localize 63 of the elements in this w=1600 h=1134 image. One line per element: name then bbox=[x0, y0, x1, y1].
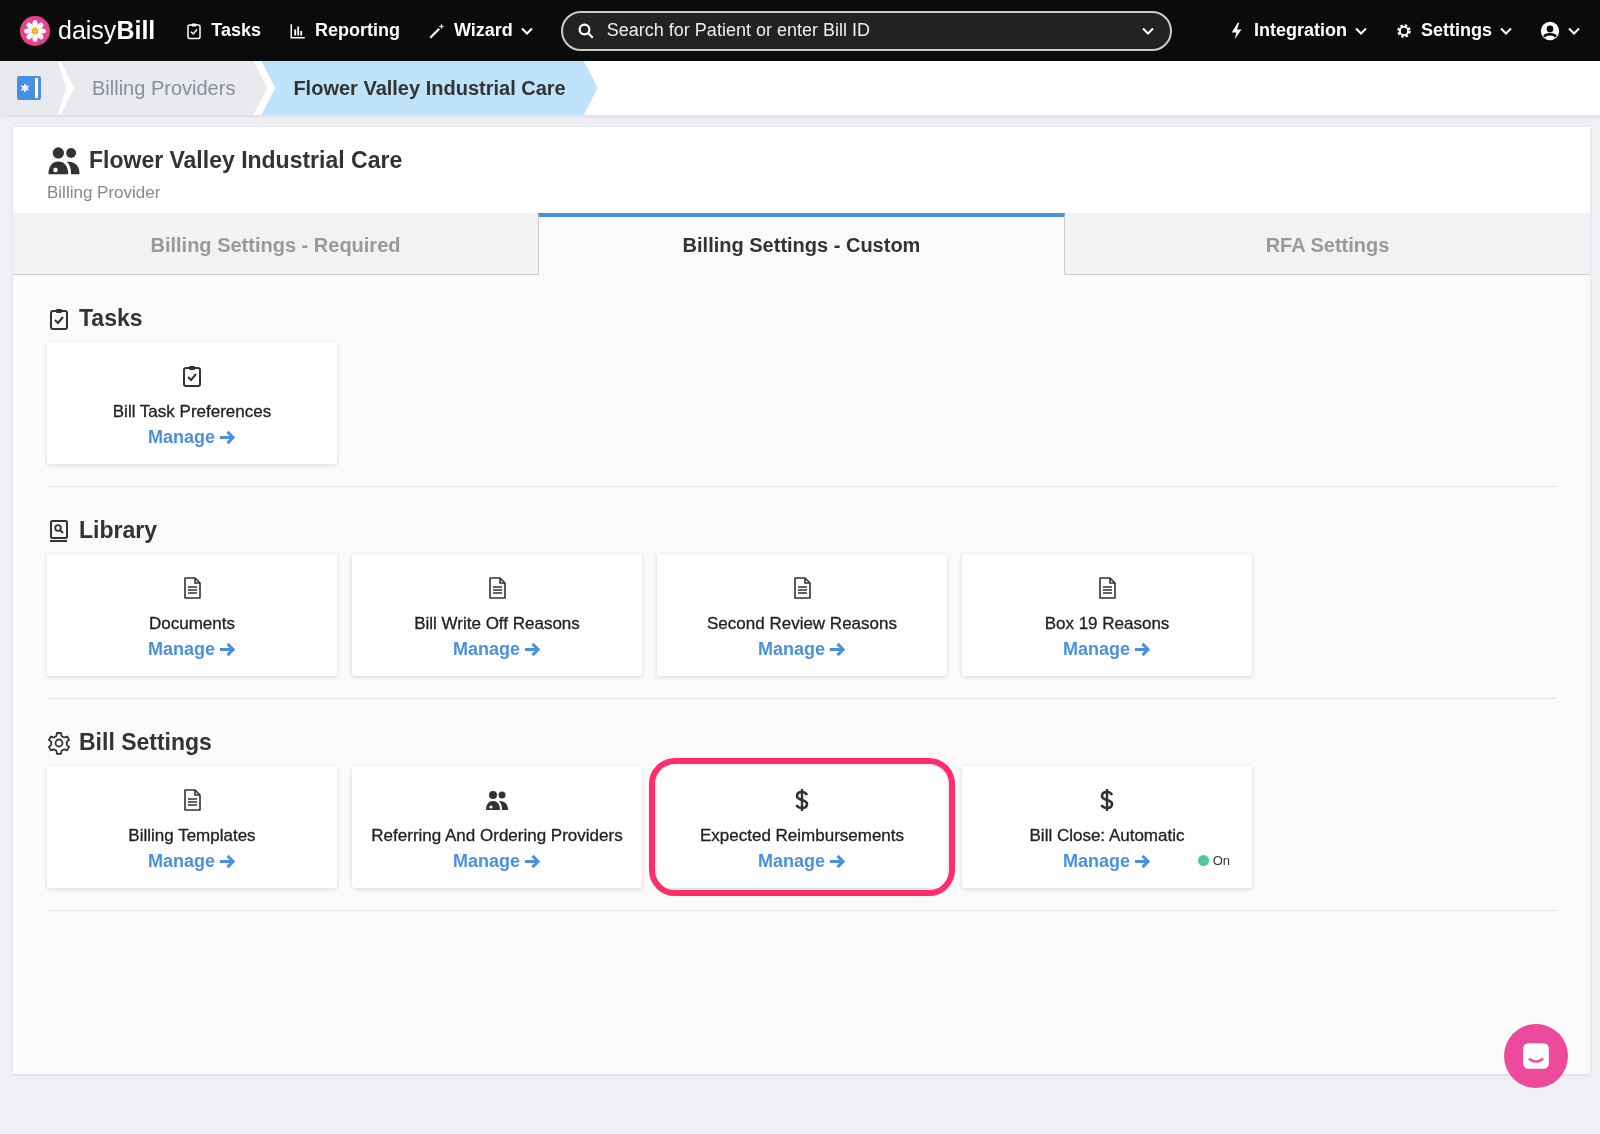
section-title: Library bbox=[79, 517, 157, 544]
clipboard-icon bbox=[185, 21, 204, 40]
provider-subtitle: Billing Provider bbox=[47, 183, 162, 203]
clipboard-icon bbox=[47, 306, 71, 331]
manage-link[interactable]: Manage bbox=[1063, 851, 1151, 872]
manage-link[interactable]: Manage bbox=[453, 639, 541, 660]
nav-menu-item[interactable]: Tasks bbox=[185, 20, 261, 41]
account-menu[interactable] bbox=[1540, 20, 1580, 41]
arrow-right-icon bbox=[219, 430, 236, 445]
card-title: Expected Reimbursements bbox=[699, 825, 905, 847]
settings-icon bbox=[47, 730, 71, 755]
arrow-right-icon bbox=[219, 642, 236, 657]
arrow-right-icon bbox=[1134, 854, 1151, 869]
nav-menu-item[interactable]: Wizard bbox=[428, 20, 533, 41]
home-crumb[interactable] bbox=[0, 61, 66, 115]
arrow-right-icon bbox=[1134, 642, 1151, 657]
search-field[interactable]: Search for Patient or enter Bill ID bbox=[560, 10, 1172, 51]
arrow-right-icon bbox=[524, 642, 541, 657]
provider-title: Flower Valley Industrial Care bbox=[89, 146, 403, 174]
people-icon bbox=[485, 788, 509, 812]
breadcrumb-item[interactable]: Billing Providers bbox=[60, 61, 268, 115]
card-title: Bill Write Off Reasons bbox=[414, 613, 580, 635]
section-title: Tasks bbox=[79, 305, 143, 332]
manage-link[interactable]: Manage bbox=[148, 427, 236, 448]
card-title: Box 19 Reasons bbox=[1044, 613, 1170, 635]
manage-link[interactable]: Manage bbox=[148, 639, 236, 660]
manage-link[interactable]: Manage bbox=[148, 851, 236, 872]
manage-link[interactable]: Manage bbox=[1063, 639, 1151, 660]
medical-folder-icon bbox=[16, 75, 42, 101]
status-label: On bbox=[1212, 853, 1230, 868]
search-icon bbox=[576, 21, 595, 40]
logo-text: daisyBill bbox=[58, 16, 156, 45]
card-title: Bill Close: Automatic bbox=[1029, 825, 1185, 847]
manage-link[interactable]: Manage bbox=[758, 639, 846, 660]
tab[interactable]: RFA Settings bbox=[1065, 213, 1590, 275]
card-title: Bill Task Preferences bbox=[112, 401, 272, 423]
magic-wand-icon bbox=[428, 21, 446, 40]
card-title: Referring And Ordering Providers bbox=[371, 825, 623, 847]
clipboard-icon bbox=[180, 364, 204, 388]
nav-menu-item[interactable]: Integration bbox=[1228, 20, 1367, 41]
breadcrumb-item[interactable]: Flower Valley Industrial Care bbox=[261, 61, 598, 115]
card-title: Documents bbox=[149, 613, 235, 635]
tab[interactable]: Billing Settings - Custom bbox=[538, 213, 1065, 275]
manage-link[interactable]: Manage bbox=[453, 851, 541, 872]
chat-icon bbox=[1521, 1041, 1551, 1071]
chevron-down-icon bbox=[1568, 26, 1580, 35]
bar-chart-icon bbox=[289, 21, 307, 40]
arrow-right-icon bbox=[219, 854, 236, 869]
book-search-icon bbox=[47, 518, 71, 543]
chevron-down-icon bbox=[1142, 26, 1154, 35]
daisy-logo-icon bbox=[20, 15, 50, 46]
arrow-right-icon bbox=[524, 854, 541, 869]
settings-icon bbox=[1395, 21, 1413, 40]
card-title: Billing Templates bbox=[128, 825, 256, 847]
arrow-right-icon bbox=[829, 854, 846, 869]
manage-link[interactable]: Manage bbox=[758, 851, 846, 872]
user-icon bbox=[1540, 20, 1560, 41]
nav-menu-item[interactable]: Settings bbox=[1395, 20, 1512, 41]
nav-menu-item[interactable]: Reporting bbox=[289, 20, 400, 41]
section-title: Bill Settings bbox=[79, 729, 212, 756]
tab[interactable]: Billing Settings - Required bbox=[13, 213, 538, 275]
arrow-right-icon bbox=[829, 642, 846, 657]
card-title: Second Review Reasons bbox=[707, 613, 897, 635]
